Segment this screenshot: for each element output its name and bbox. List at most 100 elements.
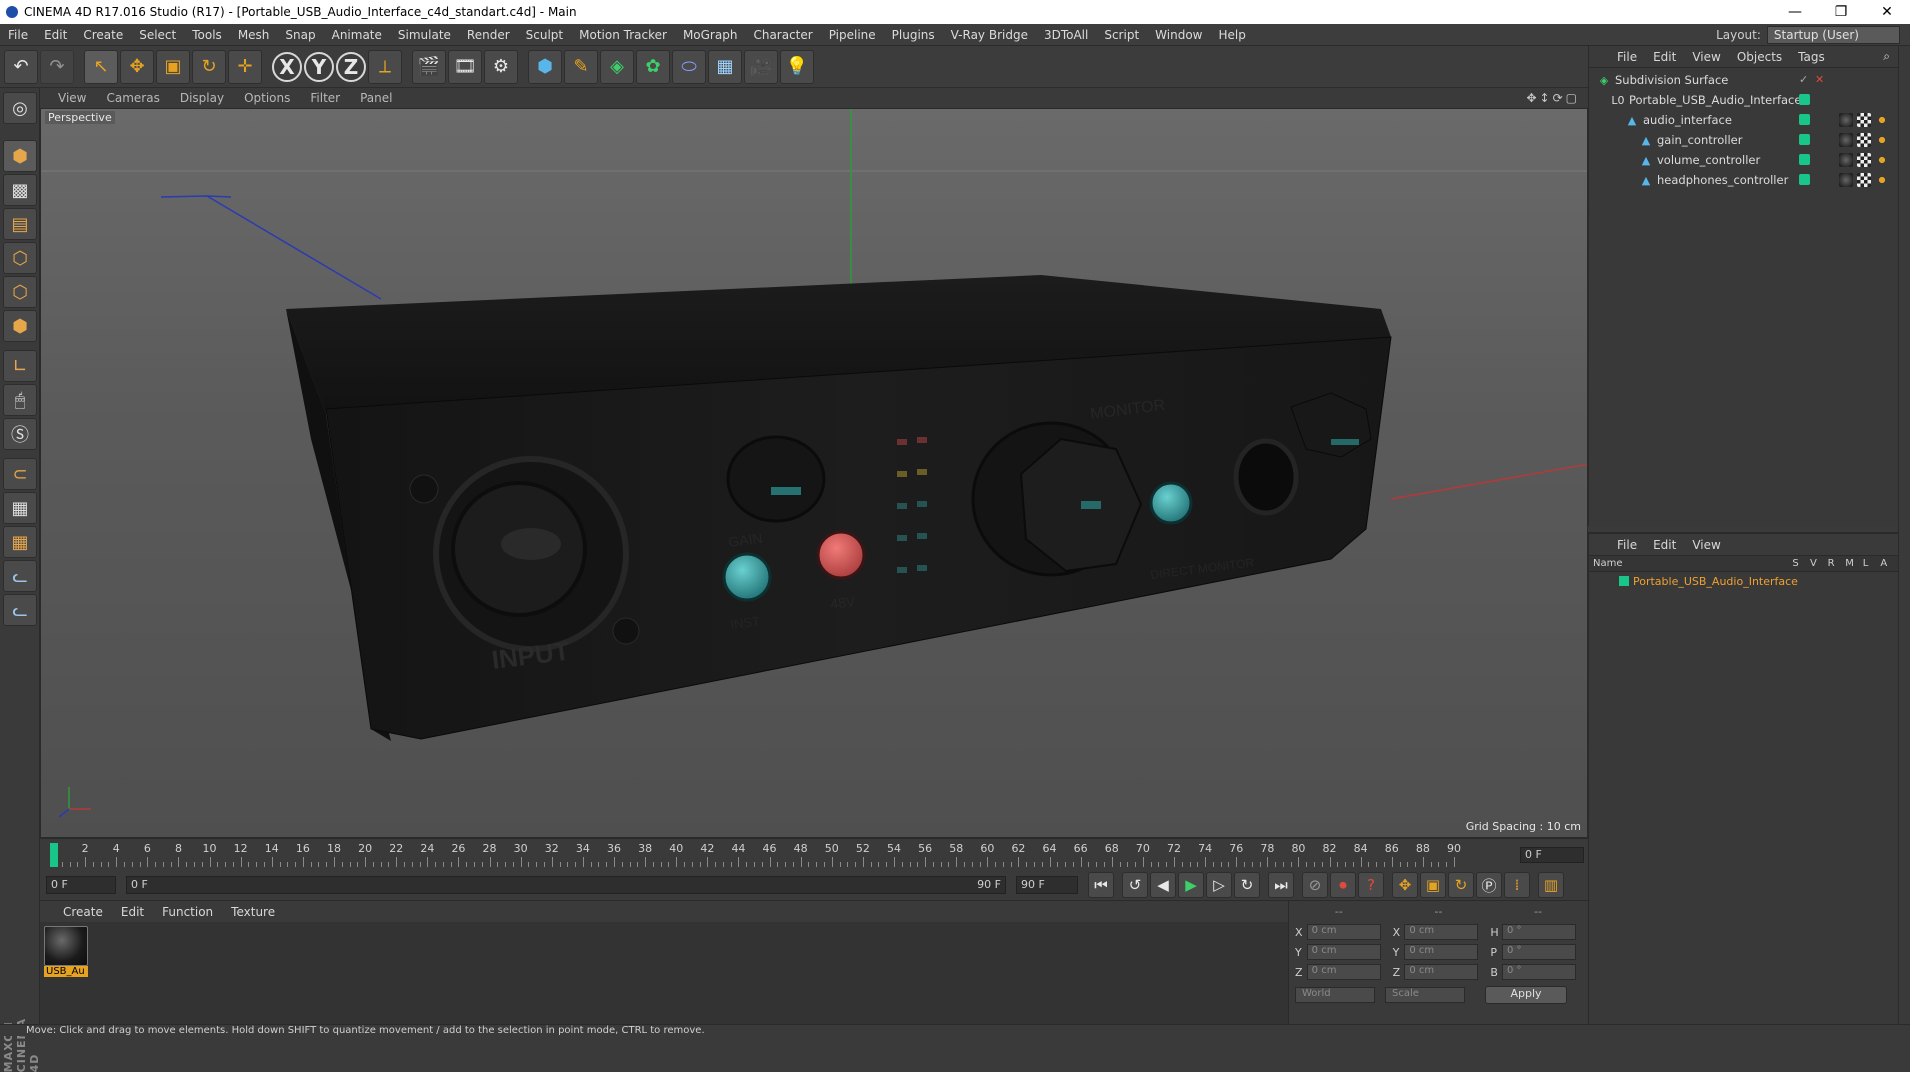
object-row[interactable]: ▲ gain_controller <box>1589 130 1898 150</box>
render-column[interactable]: R <box>1828 558 1846 569</box>
menu-pipeline[interactable]: Pipeline <box>821 28 884 42</box>
coordinate-mode-dropdown[interactable]: World <box>1295 987 1375 1003</box>
object-row[interactable]: ▲ volume_controller <box>1589 150 1898 170</box>
viewport-menu-cameras[interactable]: Cameras <box>96 91 169 105</box>
record-parameter-button[interactable]: Ⓟ <box>1476 872 1502 898</box>
phong-tag-icon[interactable] <box>1875 133 1889 147</box>
menu-vray-bridge[interactable]: V-Ray Bridge <box>943 28 1036 42</box>
z-axis-button[interactable]: Z <box>336 51 366 82</box>
checker-tag-icon[interactable] <box>1857 133 1871 147</box>
lm-menu-file[interactable]: File <box>1609 538 1645 552</box>
size-x-field[interactable]: 0 cm <box>1404 924 1479 940</box>
menu-tools[interactable]: Tools <box>184 28 230 42</box>
timeline-window-button[interactable]: ▥ <box>1538 872 1564 898</box>
record-active-objects-button[interactable]: ⊘ <box>1302 872 1328 898</box>
edges-mode-button[interactable]: ⬡ <box>3 276 37 308</box>
object-row[interactable]: L0 Portable_USB_Audio_Interface <box>1589 90 1898 110</box>
menu-select[interactable]: Select <box>131 28 184 42</box>
play-button[interactable]: ▶ <box>1178 872 1204 898</box>
viewport-menu-filter[interactable]: Filter <box>300 91 350 105</box>
add-deformer-button[interactable]: ⬭ <box>672 49 706 84</box>
go-to-end-button[interactable]: ⏭ <box>1268 872 1294 898</box>
record-point-level-button[interactable]: ⁞ <box>1504 872 1530 898</box>
layer-color-icon[interactable] <box>1799 174 1810 185</box>
locked-column[interactable]: L <box>1863 558 1881 569</box>
object-row[interactable]: ▲ audio_interface <box>1589 110 1898 130</box>
layer-color-icon[interactable] <box>1799 134 1810 145</box>
menu-window[interactable]: Window <box>1147 28 1210 42</box>
menu-animate[interactable]: Animate <box>324 28 390 42</box>
tweak-mode-button[interactable]: 🖱 <box>3 384 37 416</box>
position-y-field[interactable]: 0 cm <box>1306 944 1381 960</box>
viewport-menu-panel[interactable]: Panel <box>350 91 402 105</box>
menu-motion-tracker[interactable]: Motion Tracker <box>571 28 675 42</box>
record-position-button[interactable]: ✥ <box>1392 872 1418 898</box>
autokeying-button[interactable]: ⏺ <box>1330 872 1356 898</box>
model-mode-button[interactable]: ⬢ <box>3 140 37 172</box>
size-y-field[interactable]: 0 cm <box>1404 944 1479 960</box>
layout-dropdown[interactable]: Startup (User) <box>1766 25 1900 44</box>
current-frame-field[interactable]: 0 F <box>1520 847 1584 863</box>
layer-color-icon[interactable] <box>1799 114 1810 125</box>
object-row[interactable]: ◈ Subdivision Surface ✓ ✕ <box>1589 70 1898 90</box>
add-spline-button[interactable]: ✎ <box>564 49 598 84</box>
checker-tag-icon[interactable] <box>1857 153 1871 167</box>
manager-tabs-strip[interactable] <box>1898 46 1910 1024</box>
previous-key-button[interactable]: ↺ <box>1122 872 1148 898</box>
scale-button[interactable]: ▣ <box>156 49 190 84</box>
snap-button[interactable]: ⊂ <box>3 458 37 490</box>
3d-viewport[interactable]: Perspective INPUT GAIN MONITOR DIRECT MO… <box>40 108 1588 838</box>
menu-script[interactable]: Script <box>1096 28 1147 42</box>
playhead-marker[interactable] <box>50 843 58 867</box>
add-cube-button[interactable]: ⬢ <box>528 49 562 84</box>
rotate-button[interactable]: ↻ <box>192 49 226 84</box>
layer-name-column[interactable]: Name <box>1593 558 1792 569</box>
preview-end-field[interactable]: 90 F <box>1016 876 1078 894</box>
render-settings-button[interactable]: ⚙ <box>484 49 518 84</box>
rotation-h-field[interactable]: 0 ° <box>1502 924 1577 940</box>
live-select-button[interactable]: ↖ <box>84 49 118 84</box>
size-z-field[interactable]: 0 cm <box>1404 964 1479 980</box>
add-floor-button[interactable]: ▦ <box>708 49 742 84</box>
position-x-field[interactable]: 0 cm <box>1306 924 1381 940</box>
transform-mode-dropdown[interactable]: Scale <box>1385 987 1465 1003</box>
go-to-start-button[interactable]: ⏮ <box>1088 872 1114 898</box>
solo-column[interactable]: S <box>1792 558 1810 569</box>
lm-menu-view[interactable]: View <box>1684 538 1728 552</box>
apply-button[interactable]: Apply <box>1485 986 1567 1004</box>
material-menu-edit[interactable]: Edit <box>112 905 153 919</box>
material-menu-function[interactable]: Function <box>153 905 222 919</box>
timeline-ruler[interactable]: 0246810121416182022242628303234363840424… <box>50 839 1510 871</box>
points-mode-button[interactable]: ⬡ <box>3 242 37 274</box>
next-frame-button[interactable]: ▷ <box>1206 872 1232 898</box>
close-button[interactable]: ✕ <box>1864 4 1910 20</box>
checker-tag-icon[interactable] <box>1857 173 1871 187</box>
om-menu-file[interactable]: File <box>1609 50 1645 64</box>
keyframe-selection-button[interactable]: ? <box>1358 872 1384 898</box>
menu-create[interactable]: Create <box>75 28 131 42</box>
y-axis-button[interactable]: Y <box>304 51 334 82</box>
record-scale-button[interactable]: ▣ <box>1420 872 1446 898</box>
phong-tag-icon[interactable] <box>1875 173 1889 187</box>
view-column[interactable]: V <box>1810 558 1828 569</box>
make-editable-button[interactable]: ◎ <box>3 92 37 124</box>
menu-character[interactable]: Character <box>745 28 820 42</box>
preview-start-field[interactable]: 0 F <box>46 876 116 894</box>
material-tag-icon[interactable] <box>1839 133 1853 147</box>
render-view-button[interactable]: 🎬 <box>412 49 446 84</box>
add-array-button[interactable]: ✿ <box>636 49 670 84</box>
menu-3dtoall[interactable]: 3DToAll <box>1036 28 1096 42</box>
undo-button[interactable]: ↶ <box>4 49 38 84</box>
om-menu-tags[interactable]: Tags <box>1790 50 1833 64</box>
python-script-button[interactable]: ᓚ <box>3 560 37 592</box>
layer-row[interactable]: Portable_USB_Audio_Interface <box>1589 572 1898 590</box>
add-subdivision-button[interactable]: ◈ <box>600 49 634 84</box>
om-menu-objects[interactable]: Objects <box>1729 50 1790 64</box>
menu-mesh[interactable]: Mesh <box>230 28 278 42</box>
menu-render[interactable]: Render <box>459 28 518 42</box>
position-z-field[interactable]: 0 cm <box>1306 964 1381 980</box>
rotation-p-field[interactable]: 0 ° <box>1502 944 1577 960</box>
material-item[interactable]: USB_Au <box>44 926 88 982</box>
add-light-button[interactable]: 💡 <box>780 49 814 84</box>
menu-edit[interactable]: Edit <box>36 28 75 42</box>
